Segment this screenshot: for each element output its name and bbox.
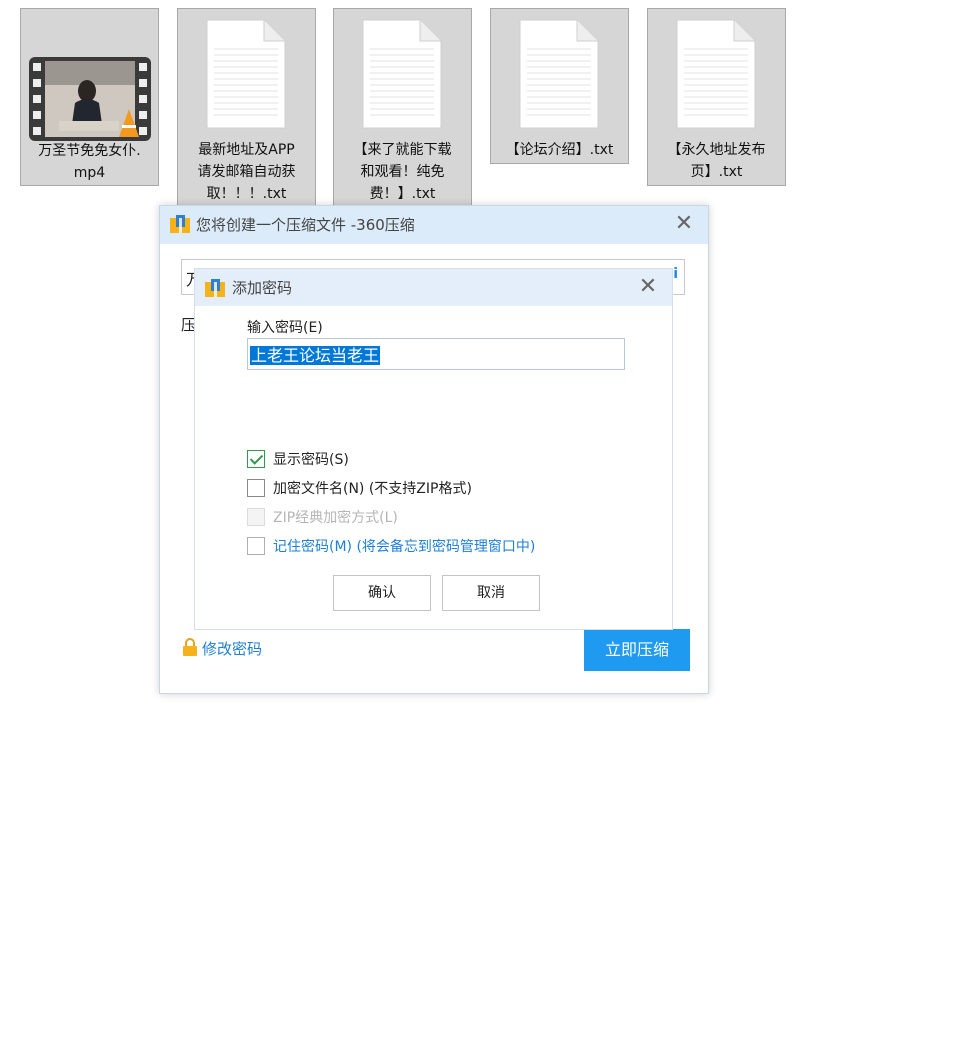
- add-password-titlebar[interactable]: 添加密码 ✕: [195, 269, 672, 306]
- file-name-label: 万圣节免免女仆. mp4: [38, 143, 141, 181]
- add-password-dialog: 添加密码 ✕ 输入密码(E) 上老王论坛当老王 显示密码(S) 加密文件名(N)…: [194, 268, 673, 630]
- password-input-value: 上老王论坛当老王: [250, 346, 381, 365]
- checkbox-unchecked-icon: [247, 479, 265, 497]
- file-tile-txt-4[interactable]: 【永久地址发布 页】.txt: [647, 8, 786, 186]
- text-file-icon: [362, 19, 442, 129]
- file-name-label: 【来了就能下载 和观看！纯免 费！】.txt: [353, 142, 452, 202]
- file-tile-txt-2[interactable]: 【来了就能下载 和观看！纯免 费！】.txt: [333, 8, 472, 208]
- video-file-icon: [29, 57, 151, 141]
- file-name-label: 【论坛介绍】.txt: [505, 142, 614, 158]
- encrypt-filename-checkbox[interactable]: 加密文件名(N) (不支持ZIP格式): [247, 478, 472, 500]
- checkbox-checked-icon: [247, 450, 265, 468]
- cancel-button[interactable]: 取消: [442, 575, 540, 611]
- file-tile-video[interactable]: 万圣节免免女仆. mp4: [20, 8, 159, 186]
- text-file-icon: [676, 19, 756, 129]
- compress-dialog-title: 您将创建一个压缩文件 -360压缩: [196, 216, 415, 234]
- 360-zip-app-icon: [170, 215, 190, 233]
- modify-password-link[interactable]: 修改密码: [182, 638, 262, 659]
- file-name-label: 【永久地址发布 页】.txt: [667, 142, 766, 180]
- confirm-button[interactable]: 确认: [333, 575, 431, 611]
- lock-icon: [183, 638, 197, 656]
- modify-password-label: 修改密码: [202, 640, 263, 658]
- add-password-title: 添加密码: [232, 279, 293, 297]
- close-icon[interactable]: ✕: [636, 275, 660, 299]
- checkbox-unchecked-icon: [247, 537, 265, 555]
- text-file-icon: [519, 19, 599, 129]
- zip-classic-encryption-checkbox: ZIP经典加密方式(L): [247, 507, 398, 529]
- file-tile-txt-3[interactable]: 【论坛介绍】.txt: [490, 8, 629, 164]
- text-file-icon: [206, 19, 286, 129]
- close-icon[interactable]: ✕: [672, 212, 696, 236]
- info-icon[interactable]: i: [673, 266, 678, 282]
- file-tile-txt-1[interactable]: 最新地址及APP 请发邮箱自动获 取！！！.txt: [177, 8, 316, 208]
- checkbox-disabled-icon: [247, 508, 265, 526]
- remember-password-checkbox[interactable]: 记住密码(M) (将会备忘到密码管理窗口中): [247, 536, 535, 558]
- show-password-checkbox[interactable]: 显示密码(S): [247, 449, 349, 471]
- compress-dialog-titlebar[interactable]: 您将创建一个压缩文件 -360压缩 ✕: [160, 206, 708, 244]
- 360-zip-app-icon: [205, 279, 225, 297]
- password-input-label: 输入密码(E): [247, 320, 323, 336]
- file-name-label: 最新地址及APP 请发邮箱自动获 取！！！.txt: [197, 142, 296, 202]
- password-input[interactable]: 上老王论坛当老王: [247, 338, 625, 370]
- compress-now-button[interactable]: 立即压缩: [584, 629, 690, 671]
